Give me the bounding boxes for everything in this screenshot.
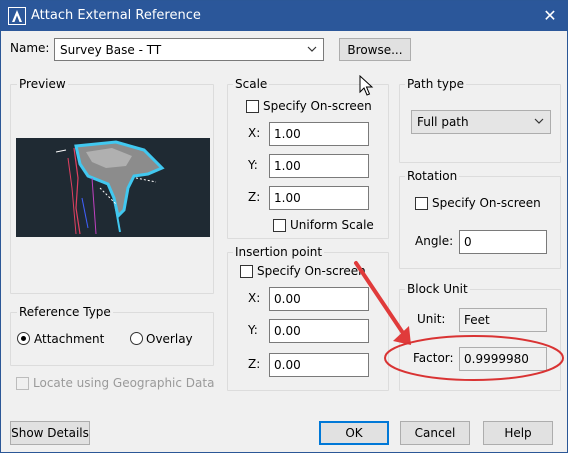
annotation-overlay [354,261,564,381]
red-annotation-arrow [354,261,407,338]
mouse-pointer-icon [359,75,374,96]
red-annotation-ellipse [384,335,564,381]
attach-xref-dialog: Attach External Reference ✕ Name: Survey… [0,0,568,453]
